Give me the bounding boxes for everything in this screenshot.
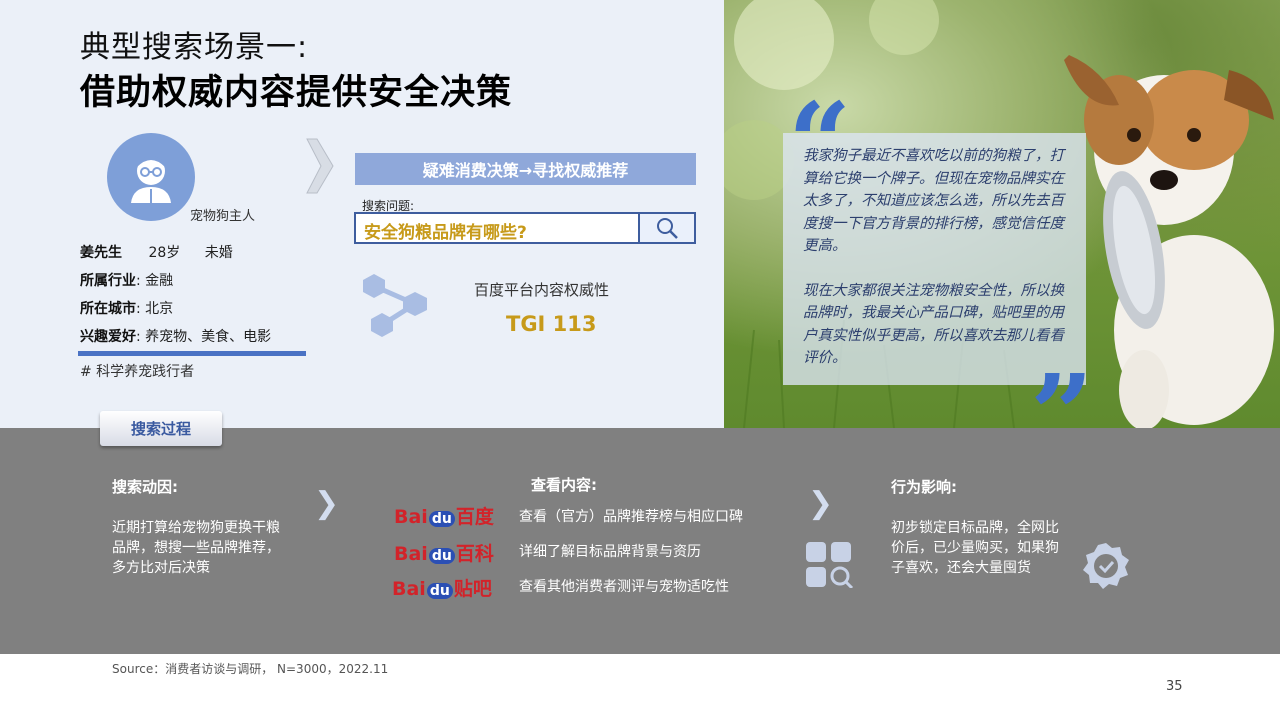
baike-logo: Bai du 百科	[394, 539, 494, 566]
persona-marital: 未婚	[204, 245, 233, 261]
logo-name: 百度	[455, 506, 494, 528]
persona-role: 宠物狗主人	[190, 209, 256, 224]
persona-hobby-row: 兴趣爱好: 养宠物、美食、电影	[80, 326, 271, 346]
page-number: 35	[1166, 679, 1183, 694]
logo-prefix: Bai	[394, 543, 428, 565]
search-button[interactable]	[638, 214, 694, 242]
logo-paw: du	[426, 583, 453, 599]
search-icon	[657, 218, 678, 239]
logo-name: 贴吧	[453, 578, 492, 600]
colon: :	[136, 301, 141, 317]
city-value: 北京	[145, 301, 174, 317]
persona-industry-row: 所属行业: 金融	[80, 270, 173, 290]
content-item-2: 详细了解目标品牌背景与资历	[519, 544, 701, 560]
industry-value: 金融	[145, 273, 174, 289]
logo-paw: du	[428, 548, 455, 564]
baidu-logo: Bai du 百度	[394, 502, 494, 529]
hobby-label: 兴趣爱好	[80, 329, 136, 345]
persona-name: 姜先生	[80, 245, 122, 261]
persona-tag: # 科学养宠践行者	[80, 364, 195, 380]
persona-name-row: 姜先生 28岁 未婚	[80, 242, 233, 262]
page-title: 借助权威内容提供安全决策	[80, 73, 513, 113]
process-tab: 搜索过程	[100, 411, 222, 446]
impact-body: 初步锁定目标品牌，全网比价后，已少量购买，如果狗子喜欢，还会大量囤货	[891, 520, 1059, 576]
search-banner: 疑难消费决策→寻找权威推荐	[355, 153, 696, 185]
logo-prefix: Bai	[392, 578, 426, 600]
share-network-icon	[360, 270, 435, 346]
verified-badge-icon	[1081, 541, 1131, 595]
logo-paw: du	[428, 511, 455, 527]
colon: :	[136, 273, 141, 289]
tieba-logo: Bai du 贴吧	[392, 574, 492, 601]
chevron-right-icon: ❯	[314, 486, 340, 521]
colon: :	[136, 329, 141, 345]
content-heading: 查看内容:	[531, 476, 597, 494]
divider-line	[78, 351, 306, 356]
content-item-3: 查看其他消费者测评与宠物适吃性	[519, 579, 729, 595]
impact-heading: 行为影响:	[891, 478, 957, 496]
chevron-right-icon-2: ❯	[808, 486, 834, 521]
apps-search-icon	[806, 542, 854, 592]
source-note: Source：消费者访谈与调研， N=3000，2022.11	[112, 662, 389, 676]
persona-city-row: 所在城市: 北京	[80, 298, 173, 318]
search-box[interactable]: 安全狗粮品牌有哪些?	[354, 212, 696, 244]
persona-avatar-icon	[107, 133, 195, 221]
logo-prefix: Bai	[394, 506, 428, 528]
industry-label: 所属行业	[80, 273, 136, 289]
motive-heading: 搜索动因:	[112, 478, 178, 496]
content-item-1: 查看（官方）品牌推荐榜与相应口碑	[519, 509, 743, 525]
motive-body: 近期打算给宠物狗更换干粮品牌，想搜一些品牌推荐，多方比对后决策	[112, 520, 280, 576]
hobby-value: 养宠物、美食、电影	[145, 329, 272, 345]
search-query[interactable]: 安全狗粮品牌有哪些?	[364, 218, 527, 243]
page-subtitle: 典型搜索场景一:	[80, 30, 309, 65]
city-label: 所在城市	[80, 301, 136, 317]
logo-name: 百科	[455, 543, 494, 565]
tgi-value: TGI 113	[506, 312, 597, 336]
authority-label: 百度平台内容权威性	[474, 281, 610, 299]
quote-paragraph-1: 我家狗子最近不喜欢吃以前的狗粮了，打算给它换一个牌子。但现在宠物品牌实在太多了，…	[803, 148, 1064, 254]
arrow-right-icon	[305, 133, 335, 203]
persona-age: 28岁	[148, 245, 181, 261]
